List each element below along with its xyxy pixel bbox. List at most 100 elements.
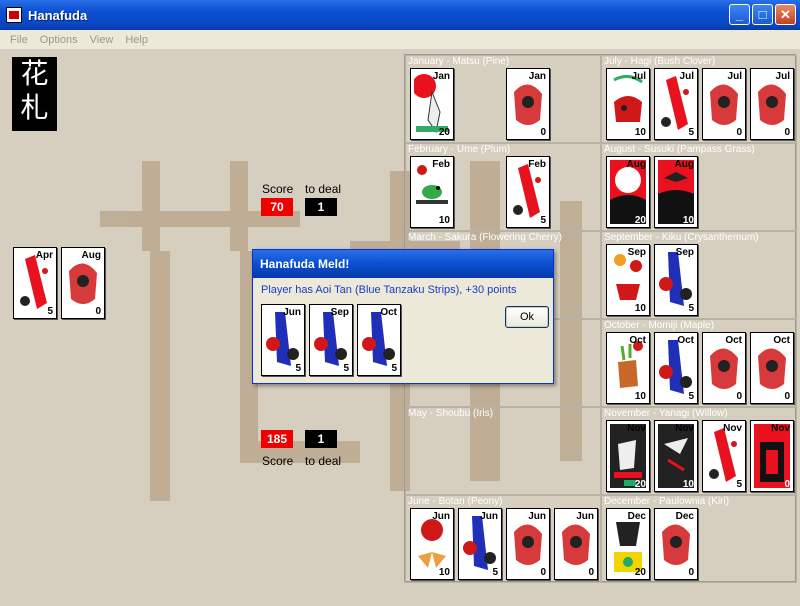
month-cell: December - Paulownia (Kiri) Dec 20 Dec 0 (601, 495, 797, 583)
maximize-button[interactable]: □ (752, 4, 773, 25)
table-card[interactable]: Feb 10 (410, 156, 454, 228)
card-points-label: 5 (492, 567, 498, 578)
card-points-label: 0 (736, 391, 742, 402)
month-cell-label: October - Momiji (Maple) (604, 320, 715, 331)
card-month-label: Jul (679, 71, 694, 82)
card-points-label: 10 (634, 391, 646, 402)
card-month-label: Oct (725, 335, 742, 346)
close-button[interactable]: ✕ (775, 4, 796, 25)
month-cell: February - Ume (Plum) Feb 10 Feb 5 (405, 143, 601, 231)
month-cell-label: July - Hagi (Bush Clover) (604, 56, 716, 67)
table-card[interactable]: Jul 10 (606, 68, 650, 140)
title-bar[interactable]: Hanafuda _ □ ✕ (0, 0, 800, 30)
table-card[interactable]: Sep 10 (606, 244, 650, 316)
opponent-card[interactable]: Apr 5 (13, 247, 57, 319)
month-cell: January - Matsu (Pine) Jan 20 Jan 0 (405, 55, 601, 143)
card-month-label: Jul (631, 71, 646, 82)
card-points-label: 10 (438, 215, 450, 226)
table-card[interactable]: Nov 0 (750, 420, 794, 492)
window-title: Hanafuda (28, 7, 88, 23)
menu-options[interactable]: Options (34, 34, 84, 46)
menu-file[interactable]: File (4, 34, 34, 46)
maximize-icon: □ (758, 7, 767, 22)
meld-card[interactable]: Sep 5 (309, 304, 353, 376)
card-points-label: 10 (682, 479, 694, 490)
card-month-label: Dec (675, 511, 694, 522)
table-card[interactable]: Aug 10 (654, 156, 698, 228)
card-month-label: Jan (528, 71, 546, 82)
card-month-label: Nov (771, 423, 790, 434)
month-cell-label: February - Ume (Plum) (408, 144, 511, 155)
table-card[interactable]: Dec 0 (654, 508, 698, 580)
table-card[interactable]: Jul 5 (654, 68, 698, 140)
month-cell-label: September - Kiku (Crysanthemum) (604, 232, 759, 243)
menu-view[interactable]: View (84, 34, 120, 46)
table-card[interactable]: Sep 5 (654, 244, 698, 316)
card-month-label: Sep (330, 307, 349, 318)
table-card[interactable]: Jul 0 (750, 68, 794, 140)
opponent-score-label: Score (262, 182, 294, 196)
player-score-value: 185 (261, 430, 293, 448)
table-card[interactable]: Nov 20 (606, 420, 650, 492)
card-month-label: Feb (528, 159, 546, 170)
card-month-label: Jun (432, 511, 450, 522)
card-points-label: 0 (784, 479, 790, 490)
meld-card[interactable]: Oct 5 (357, 304, 401, 376)
card-month-label: Sep (675, 247, 694, 258)
card-points-label: 5 (391, 363, 397, 374)
table-card[interactable]: Oct 0 (750, 332, 794, 404)
table-card[interactable]: Oct 0 (702, 332, 746, 404)
menu-bar: File Options View Help (0, 30, 800, 50)
ok-button[interactable]: Ok (505, 306, 549, 328)
table-card[interactable]: Jun 10 (410, 508, 454, 580)
card-points-label: 0 (784, 391, 790, 402)
menu-help[interactable]: Help (119, 34, 154, 46)
opponent-card[interactable]: Aug 0 (61, 247, 105, 319)
dialog-title[interactable]: Hanafuda Meld! (253, 250, 553, 278)
month-cell-label: August - Susuki (Pampass Grass) (604, 144, 755, 155)
minimize-button[interactable]: _ (729, 4, 750, 25)
table-card[interactable]: Nov 5 (702, 420, 746, 492)
table-card[interactable]: Nov 10 (654, 420, 698, 492)
table-card[interactable]: Oct 10 (606, 332, 650, 404)
close-icon: ✕ (780, 7, 791, 22)
card-points-label: 5 (688, 391, 694, 402)
player-deal-value: 1 (305, 430, 337, 448)
table-card[interactable]: Feb 5 (506, 156, 550, 228)
card-points-label: 10 (634, 127, 646, 138)
card-points-label: 0 (588, 567, 594, 578)
month-cell: October - Momiji (Maple) Oct 10 Oct 5 Oct 0 Oct… (601, 319, 797, 407)
table-card[interactable]: Jul 0 (702, 68, 746, 140)
card-month-label: Oct (380, 307, 397, 318)
card-month-label: Jun (576, 511, 594, 522)
card-month-label: Aug (626, 159, 646, 170)
card-points-label: 5 (343, 363, 349, 374)
card-month-label: Jun (528, 511, 546, 522)
card-points-label: 5 (688, 127, 694, 138)
card-month-label: Oct (677, 335, 694, 346)
card-points-label: 10 (682, 215, 694, 226)
table-card[interactable]: Jun 5 (458, 508, 502, 580)
card-points-label: 0 (784, 127, 790, 138)
table-card[interactable]: Dec 20 (606, 508, 650, 580)
table-card[interactable]: Oct 5 (654, 332, 698, 404)
meld-card[interactable]: Jun 5 (261, 304, 305, 376)
card-month-label: Sep (627, 247, 646, 258)
table-card[interactable]: Jan 20 (410, 68, 454, 140)
card-month-label: Feb (432, 159, 450, 170)
opponent-score-value: 70 (261, 198, 293, 216)
card-month-label: Jul (727, 71, 742, 82)
table-card[interactable]: Jun 0 (506, 508, 550, 580)
opponent-deal-label: to deal (305, 182, 342, 196)
card-points-label: 5 (688, 303, 694, 314)
table-card[interactable]: Jun 0 (554, 508, 598, 580)
card-points-label: 0 (688, 567, 694, 578)
table-card[interactable]: Aug 20 (606, 156, 650, 228)
table-card[interactable]: Jan 0 (506, 68, 550, 140)
card-month-label: Oct (629, 335, 646, 346)
card-points-label: 10 (634, 303, 646, 314)
card-month-label: Jul (775, 71, 790, 82)
card-points-label: 0 (95, 306, 101, 317)
card-points-label: 10 (438, 567, 450, 578)
month-cell-label: June - Botan (Peony) (408, 496, 503, 507)
